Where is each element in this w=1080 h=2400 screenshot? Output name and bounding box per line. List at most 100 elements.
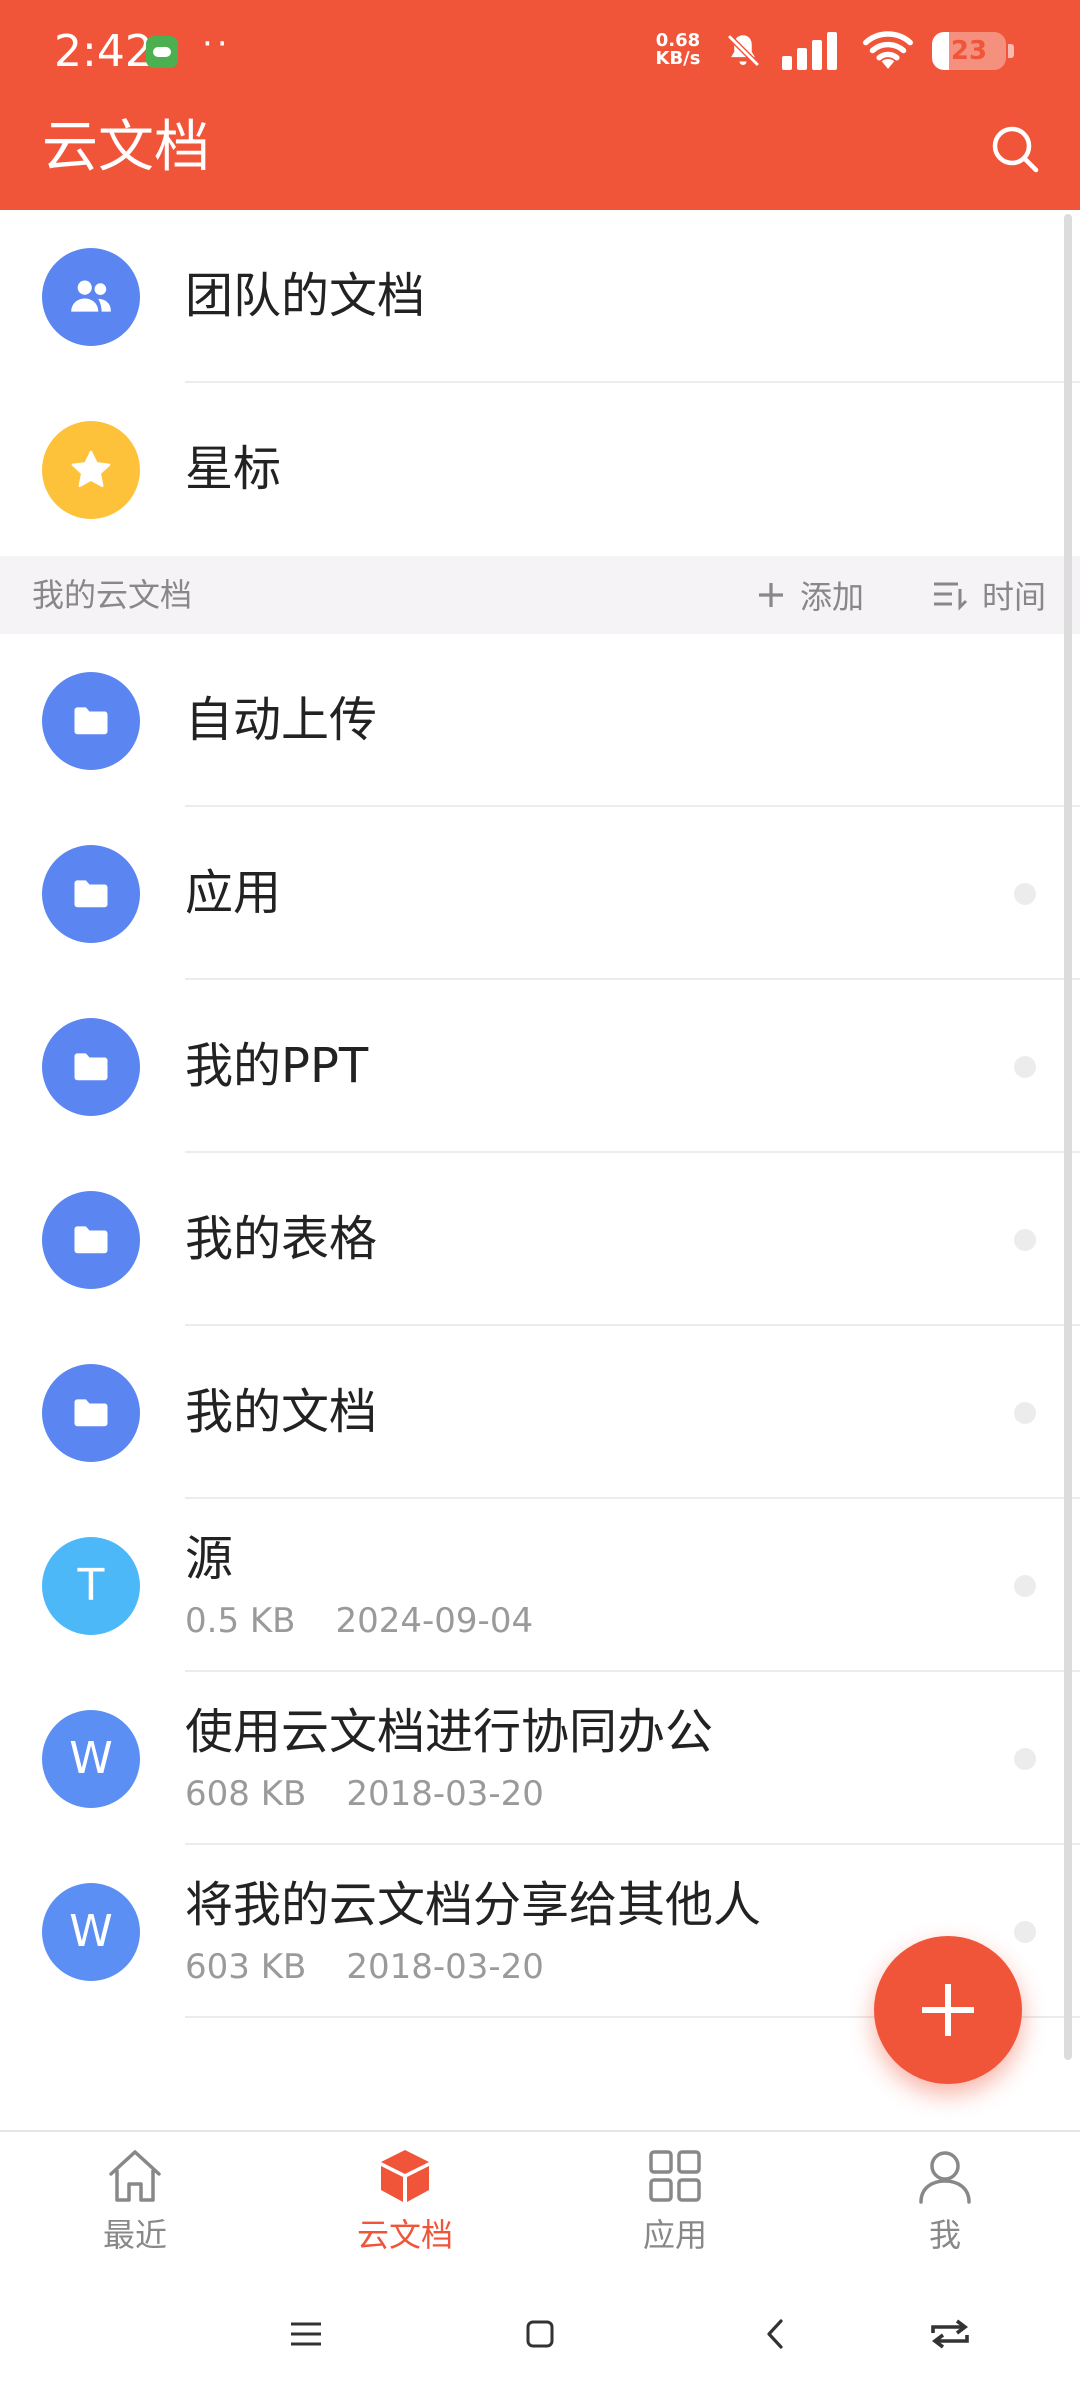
item-name: 我的PPT [185,1038,369,1094]
system-nav-bar [0,2268,1080,2400]
more-options-button[interactable] [1014,883,1036,905]
item-name: 我的表格 [185,1211,378,1267]
back-button[interactable] [746,2304,806,2364]
switch-button[interactable] [920,2304,980,2364]
sort-icon [934,582,968,611]
word-doc-icon: W [42,1883,140,1981]
profile-icon [919,2151,971,2204]
file-meta: 0.5 KB 2024-09-04 [185,1599,533,1643]
team-docs-item[interactable]: 团队的文档 [0,210,1080,383]
text-file-icon: T [42,1537,140,1635]
add-button[interactable]: 添加 [756,570,864,620]
sort-by-time-button[interactable]: 时间 [932,570,1046,620]
folder-icon-circle [42,845,140,943]
cloud-box-icon [381,2150,429,2202]
item-name: 将我的云文档分享给其他人 [185,1877,762,1933]
file-meta: 608 KB 2018-03-20 [185,1772,544,1816]
network-speed: 0.68 KB/s [650,32,706,68]
nav-cloud-docs-label: 云文档 [356,2216,453,2254]
nav-me[interactable]: 我 [845,2144,1045,2268]
starred-item[interactable]: 星标 [0,383,1080,556]
status-bar: 2:42 ·· 0.68 KB/s 23 [0,0,1080,100]
plus-icon [922,1984,974,2036]
folder-icon [74,880,108,908]
folder-icon [74,1399,108,1427]
menu-button[interactable] [276,2304,336,2364]
file-item[interactable]: T 源 0.5 KB 2024-09-04 [0,1499,1080,1672]
status-dots: ·· [202,24,232,64]
wifi-icon [863,31,913,69]
file-type-letter: W [69,1733,113,1784]
battery-level: 23 [950,36,988,66]
team-docs-label: 团队的文档 [185,268,426,324]
apps-grid-icon [649,2150,701,2202]
word-doc-icon: W [42,1710,140,1808]
more-options-button[interactable] [1014,1575,1036,1597]
more-options-button[interactable] [1014,1056,1036,1078]
folder-icon-circle [42,1191,140,1289]
square-icon [526,2320,554,2348]
app-root: 2:42 ·· 0.68 KB/s 23 云文档 团队的文档 星标 我的云文档 … [0,0,1080,2400]
file-size: 603 KB [185,1947,307,1987]
more-options-button[interactable] [1014,1748,1036,1770]
folder-icon-circle [42,1018,140,1116]
create-new-button[interactable] [874,1936,1022,2084]
back-chevron-icon [767,2319,783,2349]
folder-icon-circle [42,672,140,770]
file-meta: 603 KB 2018-03-20 [185,1945,544,1989]
sort-label: 时间 [982,578,1047,616]
file-size: 608 KB [185,1774,307,1814]
more-options-button[interactable] [1014,1921,1036,1943]
folder-icon-circle [42,1364,140,1462]
nav-me-label: 我 [928,2216,961,2254]
folder-item[interactable]: 应用 [0,807,1080,980]
section-title: 我的云文档 [32,576,193,614]
status-time: 2:42 [54,26,153,77]
starred-label: 星标 [185,441,282,497]
more-options-button[interactable] [1014,1229,1036,1251]
nav-cloud-docs[interactable]: 云文档 [305,2144,505,2268]
home-icon [109,2150,161,2202]
search-button[interactable] [984,118,1048,182]
scrollbar[interactable] [1064,214,1072,2060]
bell-off-icon [727,34,760,67]
file-date: 2018-03-20 [346,1774,544,1814]
menu-icon [291,2322,321,2346]
team-icon-circle [42,248,140,346]
folder-icon [74,707,108,735]
search-icon [992,126,1039,173]
folder-item[interactable]: 我的表格 [0,1153,1080,1326]
folder-icon [74,1053,108,1081]
file-type-letter: T [77,1560,105,1611]
file-size: 0.5 KB [185,1601,296,1641]
folder-item[interactable]: 我的文档 [0,1326,1080,1499]
file-item[interactable]: W 使用云文档进行协同办公 608 KB 2018-03-20 [0,1672,1080,1845]
nav-recent[interactable]: 最近 [35,2144,235,2268]
page-title: 云文档 [42,115,210,180]
bottom-nav: 最近 云文档 应用 我 [0,2130,1080,2268]
folder-item[interactable]: 自动上传 [0,634,1080,807]
nav-recent-label: 最近 [102,2216,167,2254]
rotate-icon [931,2319,969,2349]
file-date: 2024-09-04 [335,1601,534,1641]
more-options-button[interactable] [1014,1402,1036,1424]
item-name: 源 [185,1531,234,1587]
nav-apps[interactable]: 应用 [575,2144,775,2268]
item-name: 我的文档 [185,1384,378,1440]
top-bar: 2:42 ·· 0.68 KB/s 23 云文档 [0,0,1080,210]
item-name: 使用云文档进行协同办公 [185,1704,714,1760]
plus-icon [759,583,783,607]
item-name: 应用 [185,865,282,921]
folder-icon [74,1226,108,1254]
nav-apps-label: 应用 [642,2216,707,2254]
battery-tip [1008,44,1014,58]
folder-item[interactable]: 我的PPT [0,980,1080,1153]
star-icon [71,450,111,488]
game-controller-icon [146,36,178,68]
file-type-letter: W [69,1906,113,1957]
add-label: 添加 [800,578,865,616]
home-button[interactable] [510,2304,570,2364]
star-icon-circle [42,421,140,519]
signal-icon [782,32,837,70]
item-name: 自动上传 [185,692,378,748]
